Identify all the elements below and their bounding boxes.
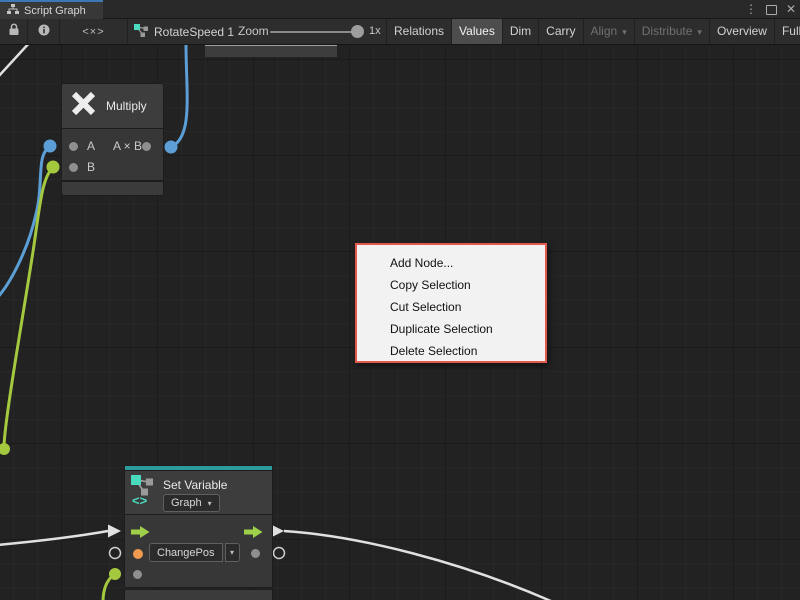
set-variable-header[interactable]: <> Set Variable Graph▾ bbox=[125, 471, 272, 515]
partial-node[interactable] bbox=[205, 45, 337, 57]
overview-button[interactable]: Overview bbox=[709, 19, 774, 44]
menu-item-duplicate-selection[interactable]: Duplicate Selection bbox=[357, 318, 545, 340]
output-port-result[interactable] bbox=[142, 142, 151, 151]
script-graph-window: Script Graph ⋮ ✕ bbox=[0, 0, 800, 600]
wire-endpoint-blue[interactable] bbox=[44, 140, 57, 153]
info-button[interactable] bbox=[28, 19, 60, 44]
window-controls: ⋮ ✕ bbox=[745, 0, 796, 19]
variable-input-port[interactable] bbox=[133, 549, 143, 559]
port-label-b: B bbox=[87, 160, 95, 174]
chevron-down-icon: ▾ bbox=[697, 27, 702, 37]
flow-input-port[interactable] bbox=[131, 525, 150, 537]
node-title: Set Variable bbox=[163, 478, 227, 492]
chevron-down-icon: ▾ bbox=[622, 27, 627, 37]
wire-endpoint-green[interactable] bbox=[47, 161, 60, 174]
tab-script-graph[interactable]: Script Graph bbox=[0, 0, 103, 19]
menu-item-add-node[interactable]: Add Node... bbox=[357, 252, 545, 274]
window-menu-icon[interactable]: ⋮ bbox=[745, 0, 757, 19]
code-view-button[interactable]: <×> bbox=[60, 19, 128, 44]
wire-arrowhead bbox=[271, 525, 284, 538]
menu-item-copy-selection[interactable]: Copy Selection bbox=[357, 274, 545, 296]
node-multiply[interactable]: Multiply A A × B B bbox=[62, 84, 163, 195]
multiply-x-icon bbox=[70, 90, 97, 122]
graph-toolbar: <×> RotateSpeed 1 Zoom 1x Relations Valu… bbox=[0, 19, 800, 45]
chevron-down-icon: ▾ bbox=[208, 499, 212, 508]
input-port-b[interactable] bbox=[69, 163, 78, 172]
wire-endpoint-green[interactable] bbox=[109, 568, 121, 580]
lock-button[interactable] bbox=[0, 19, 28, 44]
zoom-value: 1x bbox=[369, 19, 381, 44]
wire-white-in bbox=[0, 531, 108, 545]
variable-name-dropdown[interactable]: ChangePos ▾ bbox=[149, 543, 240, 562]
set-variable-footer bbox=[125, 590, 272, 600]
menu-item-cut-selection[interactable]: Cut Selection bbox=[357, 296, 545, 318]
relations-button[interactable]: Relations bbox=[386, 19, 451, 44]
zoom-slider-track[interactable] bbox=[270, 31, 358, 33]
zoom-label: Zoom bbox=[238, 19, 269, 44]
fallback-input-port[interactable] bbox=[133, 570, 142, 579]
maximize-icon[interactable] bbox=[766, 5, 777, 15]
wire-white-out bbox=[284, 531, 553, 600]
svg-text:<>: <> bbox=[132, 493, 148, 507]
distribute-button: Distribute▾ bbox=[634, 19, 709, 44]
wire-endpoint-blue[interactable] bbox=[165, 141, 178, 154]
title-bar: Script Graph ⋮ ✕ bbox=[0, 0, 800, 19]
wire-white-topleft bbox=[0, 45, 31, 78]
dim-button[interactable]: Dim bbox=[502, 19, 538, 44]
close-icon[interactable]: ✕ bbox=[786, 0, 796, 19]
wire-endpoint-green[interactable] bbox=[0, 443, 10, 455]
breadcrumb[interactable]: RotateSpeed 1 bbox=[134, 19, 234, 44]
lock-icon bbox=[9, 23, 19, 41]
multiply-header[interactable]: Multiply bbox=[62, 84, 163, 129]
menu-item-delete-selection[interactable]: Delete Selection bbox=[357, 340, 545, 362]
toolbar-button-group: Relations Values Dim Carry Align▾ Distri… bbox=[386, 19, 800, 44]
port-label-result: A × B bbox=[113, 139, 142, 153]
variable-node-icon bbox=[134, 24, 148, 40]
multiply-footer bbox=[62, 182, 163, 195]
code-icon: <×> bbox=[82, 26, 104, 38]
zoom-slider-knob[interactable] bbox=[351, 25, 364, 38]
wire-blue-left bbox=[0, 147, 50, 298]
value-output-port[interactable] bbox=[251, 549, 260, 558]
unconnected-port-ring[interactable] bbox=[274, 548, 285, 559]
info-icon bbox=[38, 23, 50, 41]
breadcrumb-label: RotateSpeed 1 bbox=[154, 25, 234, 39]
flow-output-port[interactable] bbox=[244, 525, 263, 537]
tab-title: Script Graph bbox=[24, 5, 86, 17]
chevron-down-icon[interactable]: ▾ bbox=[225, 543, 240, 562]
port-label-a: A bbox=[87, 139, 95, 153]
wire-blue-top bbox=[173, 45, 187, 146]
align-button: Align▾ bbox=[583, 19, 634, 44]
wire-green-bottom bbox=[103, 575, 114, 600]
set-variable-icon: <> bbox=[131, 475, 157, 514]
input-port-a[interactable] bbox=[69, 142, 78, 151]
wire-green-left bbox=[4, 168, 53, 446]
wire-arrowhead bbox=[108, 525, 121, 538]
node-set-variable[interactable]: <> Set Variable Graph▾ bbox=[125, 466, 272, 600]
variable-kind-dropdown[interactable]: Graph▾ bbox=[163, 494, 220, 512]
set-variable-body: ChangePos ▾ bbox=[125, 515, 272, 587]
node-title: Multiply bbox=[106, 99, 147, 113]
carry-button[interactable]: Carry bbox=[538, 19, 582, 44]
graph-canvas[interactable]: Multiply A A × B B bbox=[0, 45, 800, 600]
multiply-body: A A × B B bbox=[62, 129, 163, 180]
graph-icon bbox=[7, 2, 19, 20]
unconnected-port-ring[interactable] bbox=[110, 548, 121, 559]
context-menu: Add Node... Copy Selection Cut Selection… bbox=[355, 243, 547, 363]
values-button[interactable]: Values bbox=[451, 19, 502, 44]
full-screen-button[interactable]: Full Screen bbox=[774, 19, 800, 44]
